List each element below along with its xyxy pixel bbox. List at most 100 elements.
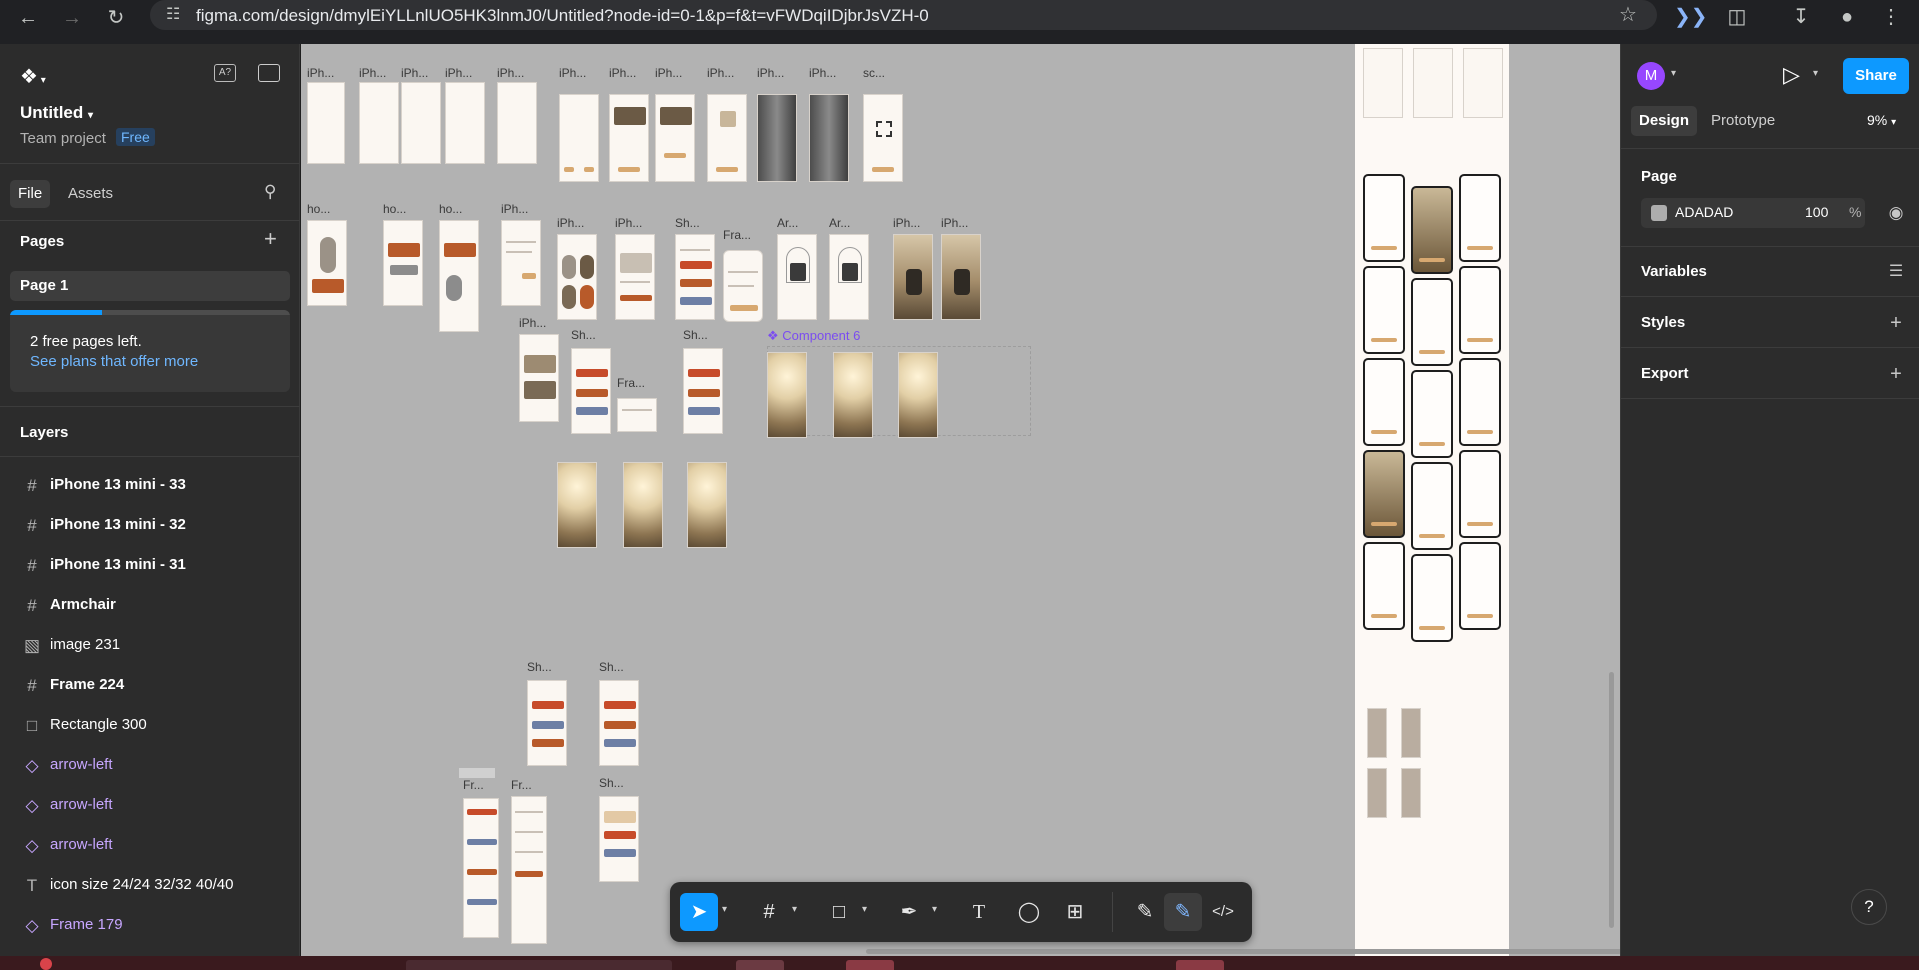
frame-label[interactable]: iPh... — [941, 216, 968, 230]
frame-thumbnail[interactable] — [527, 680, 567, 766]
color-hex-input[interactable]: ADADAD — [1675, 204, 1733, 220]
frame-label[interactable]: iPh... — [893, 216, 920, 230]
plan-badge[interactable]: Free — [116, 128, 155, 146]
frame-thumbnail[interactable] — [559, 94, 599, 182]
frame-thumbnail[interactable] — [683, 348, 723, 434]
frame-thumbnail[interactable] — [809, 94, 849, 182]
page-background-color-field[interactable]: ADADAD 100 % — [1641, 198, 1865, 228]
frame-thumbnail[interactable] — [609, 94, 649, 182]
frame-thumbnail[interactable] — [1363, 542, 1405, 630]
chevron-down-icon[interactable]: ▾ — [1813, 68, 1818, 79]
frame-thumbnail[interactable] — [941, 234, 981, 320]
extensions-icon[interactable]: ◫ — [1722, 2, 1752, 32]
layer-row[interactable]: ◇ arrow-left — [0, 786, 300, 826]
actions-tool-icon[interactable]: ⊞ — [1056, 893, 1094, 931]
layer-row[interactable]: # iPhone 13 mini - 32 — [0, 506, 300, 546]
frame-thumbnail[interactable] — [1411, 554, 1453, 642]
frame-label[interactable]: Sh... — [571, 328, 596, 342]
frame-label[interactable]: Fra... — [617, 376, 645, 390]
frame-thumbnail[interactable] — [1459, 358, 1501, 446]
zoom-level[interactable]: 9% ▾ — [1867, 112, 1896, 128]
frame-label[interactable]: Fr... — [463, 778, 484, 792]
frame-thumbnail[interactable] — [655, 94, 695, 182]
download-icon[interactable]: ↧ — [1786, 2, 1816, 32]
frame-label[interactable]: ho... — [307, 202, 330, 216]
draw-mode-icon[interactable]: ✎ — [1126, 893, 1164, 931]
frame-label[interactable]: Sh... — [599, 776, 624, 790]
frame-label[interactable]: iPh... — [497, 66, 524, 80]
frame-label[interactable]: iPh... — [359, 66, 386, 80]
pen-tool-icon[interactable]: ✒ — [890, 893, 928, 931]
frame-thumbnail[interactable] — [1459, 174, 1501, 262]
frame-thumbnail[interactable] — [1363, 358, 1405, 446]
frame-thumbnail[interactable] — [439, 220, 479, 332]
frame-thumbnail[interactable] — [1411, 278, 1453, 366]
frame-label[interactable]: iPh... — [809, 66, 836, 80]
frame-thumbnail[interactable] — [1459, 266, 1501, 354]
see-plans-link[interactable]: See plans that offer more — [30, 353, 198, 370]
layer-row[interactable]: # Armchair — [0, 586, 300, 626]
tab-design[interactable]: Design — [1631, 106, 1698, 136]
add-export-icon[interactable]: + — [1884, 362, 1908, 386]
address-bar[interactable]: ☷ figma.com/design/dmylEiYLLnlUO5HK3lnmJ… — [150, 0, 1657, 30]
frame-label[interactable]: Fra... — [723, 228, 751, 242]
frame-label[interactable]: Sh... — [599, 660, 624, 674]
profile-avatar[interactable]: ● — [1832, 2, 1862, 32]
design-system-board[interactable] — [1355, 44, 1509, 956]
browser-menu-icon[interactable]: ⋮ — [1876, 2, 1906, 32]
frame-thumbnail[interactable] — [445, 82, 485, 164]
move-tool-icon[interactable]: ➤ — [680, 893, 718, 931]
frame-thumbnail[interactable] — [863, 94, 903, 182]
frame-label[interactable]: iPh... — [559, 66, 586, 80]
toggle-sidebar-icon[interactable] — [258, 64, 280, 82]
frame-label[interactable]: ho... — [383, 202, 406, 216]
frame-label[interactable]: sc... — [863, 66, 885, 80]
frame-thumbnail[interactable] — [1411, 462, 1453, 550]
frame-thumbnail[interactable] — [623, 462, 663, 548]
variables-settings-icon[interactable]: ☰ — [1884, 260, 1908, 284]
frame-thumbnail[interactable] — [898, 352, 938, 438]
layer-row[interactable]: ◇ Frame 179 — [0, 906, 300, 946]
frame-thumbnail[interactable] — [757, 94, 797, 182]
reload-icon[interactable]: ↻ — [102, 4, 130, 32]
taskbar-app[interactable] — [736, 960, 784, 970]
frame-thumbnail[interactable] — [1363, 450, 1405, 538]
ai-assist-icon[interactable]: A? — [214, 64, 236, 82]
frame-thumbnail[interactable] — [707, 94, 747, 182]
frame-thumbnail[interactable] — [617, 398, 657, 432]
frame-label[interactable]: ho... — [439, 202, 462, 216]
chevron-down-icon[interactable]: ▾ — [1671, 68, 1676, 79]
visibility-eye-icon[interactable]: ◉ — [1884, 201, 1908, 225]
component-thumbnail[interactable] — [1367, 768, 1387, 818]
forward-icon[interactable]: → — [58, 4, 86, 32]
tab-prototype[interactable]: Prototype — [1703, 106, 1783, 136]
site-info-icon[interactable]: ☷ — [166, 6, 184, 24]
frame-thumbnail[interactable] — [383, 220, 423, 306]
chevron-down-icon[interactable]: ▾ — [792, 904, 797, 915]
frame-label[interactable]: Ar... — [829, 216, 850, 230]
layer-row[interactable]: □ Rectangle 300 — [0, 706, 300, 746]
frame-thumbnail[interactable] — [401, 82, 441, 164]
layer-row[interactable]: ◇ arrow-left — [0, 746, 300, 786]
frame-label[interactable]: Sh... — [527, 660, 552, 674]
comment-tool-icon[interactable]: ◯ — [1010, 893, 1048, 931]
file-name[interactable]: Untitled ▾ — [20, 103, 93, 123]
design-mode-icon[interactable]: ✎ — [1164, 893, 1202, 931]
share-button[interactable]: Share — [1843, 58, 1909, 94]
frame-thumbnail[interactable] — [1363, 48, 1403, 118]
frame-label[interactable]: iPh... — [519, 316, 546, 330]
taskbar-search[interactable] — [406, 960, 672, 970]
frame-thumbnail[interactable] — [1363, 266, 1405, 354]
frame-label[interactable]: iPh... — [401, 66, 428, 80]
component-thumbnail[interactable] — [1367, 708, 1387, 758]
bookmark-star-icon[interactable]: ☆ — [1613, 0, 1643, 30]
frame-label[interactable]: iPh... — [501, 202, 528, 216]
frame-thumbnail[interactable] — [501, 220, 541, 306]
present-play-icon[interactable]: ▷ — [1783, 62, 1800, 88]
tab-assets[interactable]: Assets — [60, 180, 121, 208]
taskbar-app[interactable] — [846, 960, 894, 970]
frame-thumbnail[interactable] — [767, 352, 807, 438]
frame-tool-icon[interactable]: # — [750, 893, 788, 931]
frame-thumbnail[interactable] — [615, 234, 655, 320]
frame-thumbnail[interactable] — [1413, 48, 1453, 118]
